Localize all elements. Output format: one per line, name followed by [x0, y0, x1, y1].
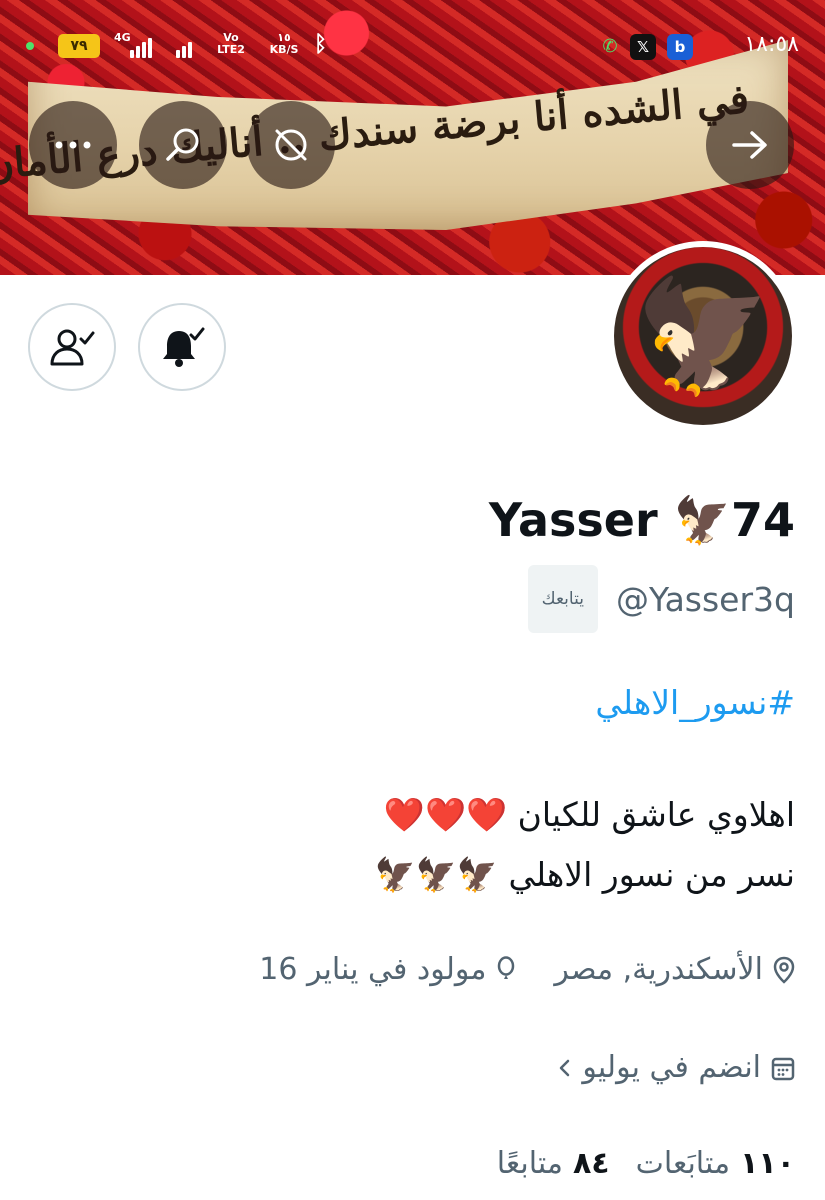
following-status-button[interactable] — [28, 303, 116, 391]
more-options-button[interactable] — [29, 101, 117, 189]
search-button[interactable] — [139, 101, 227, 189]
following-count: ١١٠ — [740, 1146, 795, 1181]
followers-link[interactable]: ٨٤ متابعًا — [497, 1146, 610, 1181]
volte-indicator: Vo LTE2 — [217, 31, 245, 56]
chevron-left-icon — [560, 1059, 570, 1076]
back-button[interactable] — [706, 101, 794, 189]
location-text: الأسكندرية, مصر — [554, 952, 763, 987]
b-app-icon: b — [667, 34, 693, 60]
display-name: Yasser 🦅74 — [488, 493, 795, 547]
clock: ١٨:٥٨ — [744, 32, 799, 57]
whatsapp-icon: ✆ — [602, 36, 618, 57]
mute-icon — [275, 129, 307, 161]
x-icon: 𝕏 — [630, 34, 656, 60]
handle-row: يتابعك @Yasser3q — [527, 565, 795, 633]
username-handle: @Yasser3q — [615, 579, 795, 619]
join-date-row[interactable]: انضم في يوليو — [556, 1050, 795, 1085]
more-icon — [55, 141, 91, 149]
bio-hashtag-link[interactable]: #نسور_الاهلي — [595, 683, 795, 722]
bell-check-icon — [163, 327, 205, 367]
signal-strength-icon — [130, 36, 152, 58]
follows-you-badge: يتابعك — [527, 565, 598, 633]
mute-button[interactable] — [247, 101, 335, 189]
arrow-right-icon — [732, 131, 767, 159]
battery-indicator: ٧٩ — [58, 34, 100, 58]
search-icon — [166, 128, 199, 161]
net-speed-unit: KB/S — [269, 43, 299, 56]
bio-line: اهلاوي عاشق للكيان ❤️❤️❤️ — [383, 795, 795, 834]
joined-text: انضم في يوليو — [582, 1050, 761, 1085]
camera-indicator-icon — [26, 42, 34, 50]
notifications-button[interactable] — [138, 303, 226, 391]
network-type: 4G — [114, 31, 131, 44]
signal-strength-2-icon — [176, 36, 192, 58]
bio: اهلاوي عاشق للكيان ❤️❤️❤️ نسر من نسور ال… — [375, 785, 795, 905]
location-pin-icon — [773, 956, 795, 984]
balloon-icon — [498, 955, 515, 979]
profile-banner[interactable]: في الشده أنا برضة سندك .. أناليك درع الأ… — [0, 0, 825, 275]
net-speed: ١٥ KB/S — [266, 32, 302, 56]
avatar[interactable]: 🦅 — [608, 241, 798, 431]
profile-meta: الأسكندرية, مصر مولود في يناير 16 — [259, 952, 795, 987]
calendar-icon — [771, 1057, 795, 1080]
avatar-eagle-emblem-icon: 🦅 — [614, 247, 792, 425]
following-label: متابَعات — [635, 1146, 731, 1181]
person-check-icon — [50, 329, 95, 366]
followers-count: ٨٤ — [572, 1146, 610, 1181]
bluetooth-icon: ᛒ — [314, 32, 328, 57]
status-bar: ٧٩ 4G Vo LTE2 ١٥ KB/S ᛒ ✆ 𝕏 b ١٨:٥٨ — [0, 28, 825, 66]
bio-line: نسر من نسور الاهلي 🦅🦅🦅 — [374, 855, 795, 894]
followers-label: متابعًا — [496, 1146, 563, 1181]
follow-counts: ١١٠ متابَعات ٨٤ متابعًا — [497, 1146, 795, 1181]
following-link[interactable]: ١١٠ متابَعات — [636, 1146, 795, 1181]
birthday-text: مولود في يناير 16 — [259, 952, 487, 987]
